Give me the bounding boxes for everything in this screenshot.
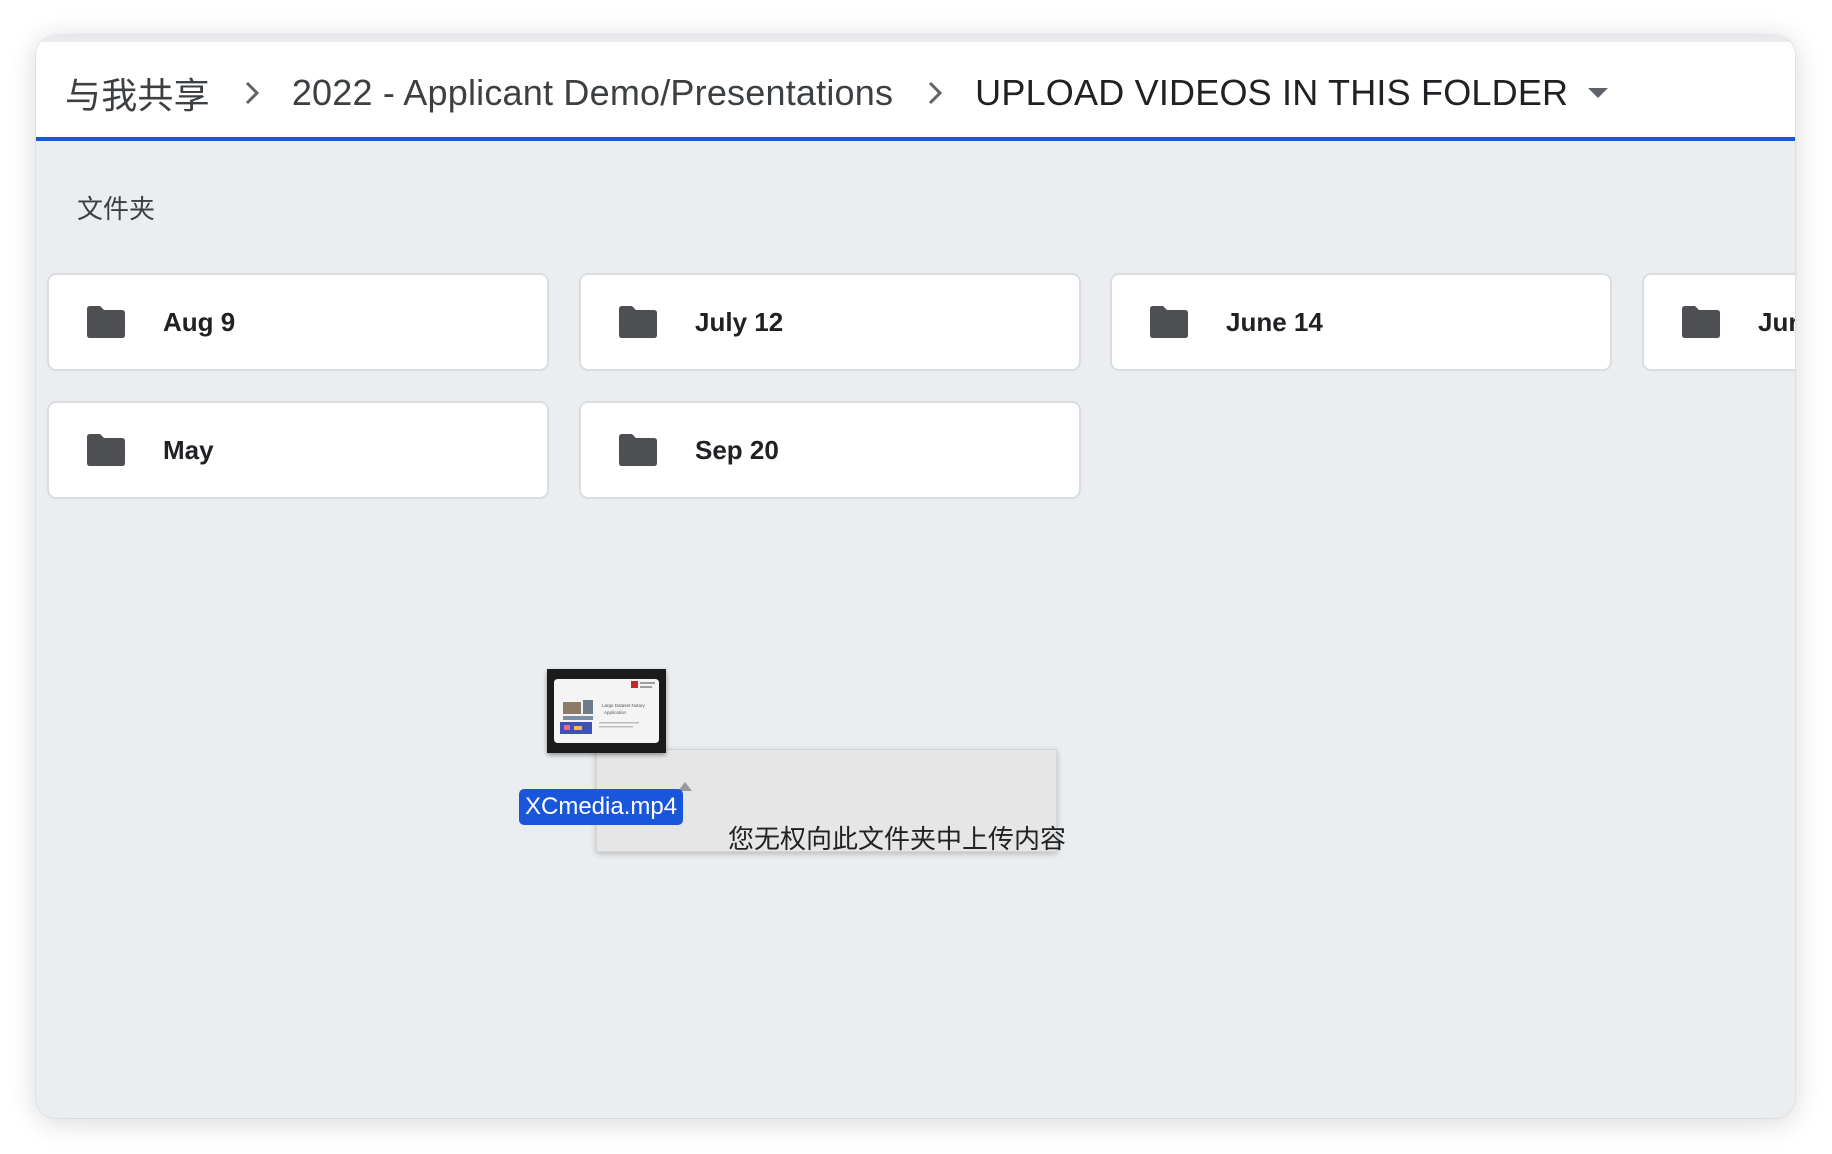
dragged-file-thumbnail[interactable]: Large Dataset Notary Application: [547, 669, 666, 753]
chevron-right-icon: [238, 73, 266, 113]
folder-icon: [87, 434, 125, 466]
folder-card-jun-partial[interactable]: Jun: [1642, 273, 1795, 371]
caret-down-icon[interactable]: [1578, 73, 1618, 113]
thumbnail-title-line1: Large Dataset Notary: [602, 703, 646, 708]
folder-card-aug-9[interactable]: Aug 9: [47, 273, 549, 371]
folder-card-sep-20[interactable]: Sep 20: [579, 401, 1081, 499]
breadcrumb-shared-with-me[interactable]: 与我共享: [65, 67, 210, 119]
folder-name: Jun: [1758, 306, 1795, 337]
thumbnail-title-line2: Application: [604, 710, 627, 715]
folder-card-may[interactable]: May: [47, 401, 549, 499]
folder-icon: [619, 434, 657, 466]
folder-name: Aug 9: [163, 306, 236, 337]
breadcrumb-current-folder[interactable]: UPLOAD VIDEOS IN THIS FOLDER: [975, 72, 1568, 114]
upload-denied-message: 您无权向此文件夹中上传内容: [728, 824, 1067, 854]
folders-section-label: 文件夹: [77, 194, 156, 224]
breadcrumb: 与我共享 2022 - Applicant Demo/Presentations…: [65, 68, 1618, 118]
dragged-file-name: XCmedia.mp4: [519, 789, 684, 825]
header-bar: 与我共享 2022 - Applicant Demo/Presentations…: [36, 35, 1795, 141]
folder-name: July 12: [695, 306, 784, 337]
folder-card-july-12[interactable]: July 12: [579, 273, 1081, 371]
folder-name: May: [163, 434, 214, 465]
folder-card-june-14[interactable]: June 14: [1110, 273, 1612, 371]
folder-name: Sep 20: [695, 434, 779, 465]
folder-name: June 14: [1226, 306, 1323, 337]
folder-icon: [619, 306, 657, 338]
folder-icon: [1682, 306, 1720, 338]
chevron-right-icon: [921, 73, 949, 113]
folder-icon: [87, 306, 125, 338]
header-top-strip: [36, 35, 1795, 42]
drive-window: 与我共享 2022 - Applicant Demo/Presentations…: [36, 35, 1795, 1118]
folder-icon: [1150, 306, 1188, 338]
breadcrumb-parent-folder[interactable]: 2022 - Applicant Demo/Presentations: [292, 72, 893, 114]
slide-preview-image: Large Dataset Notary Application: [547, 669, 666, 753]
